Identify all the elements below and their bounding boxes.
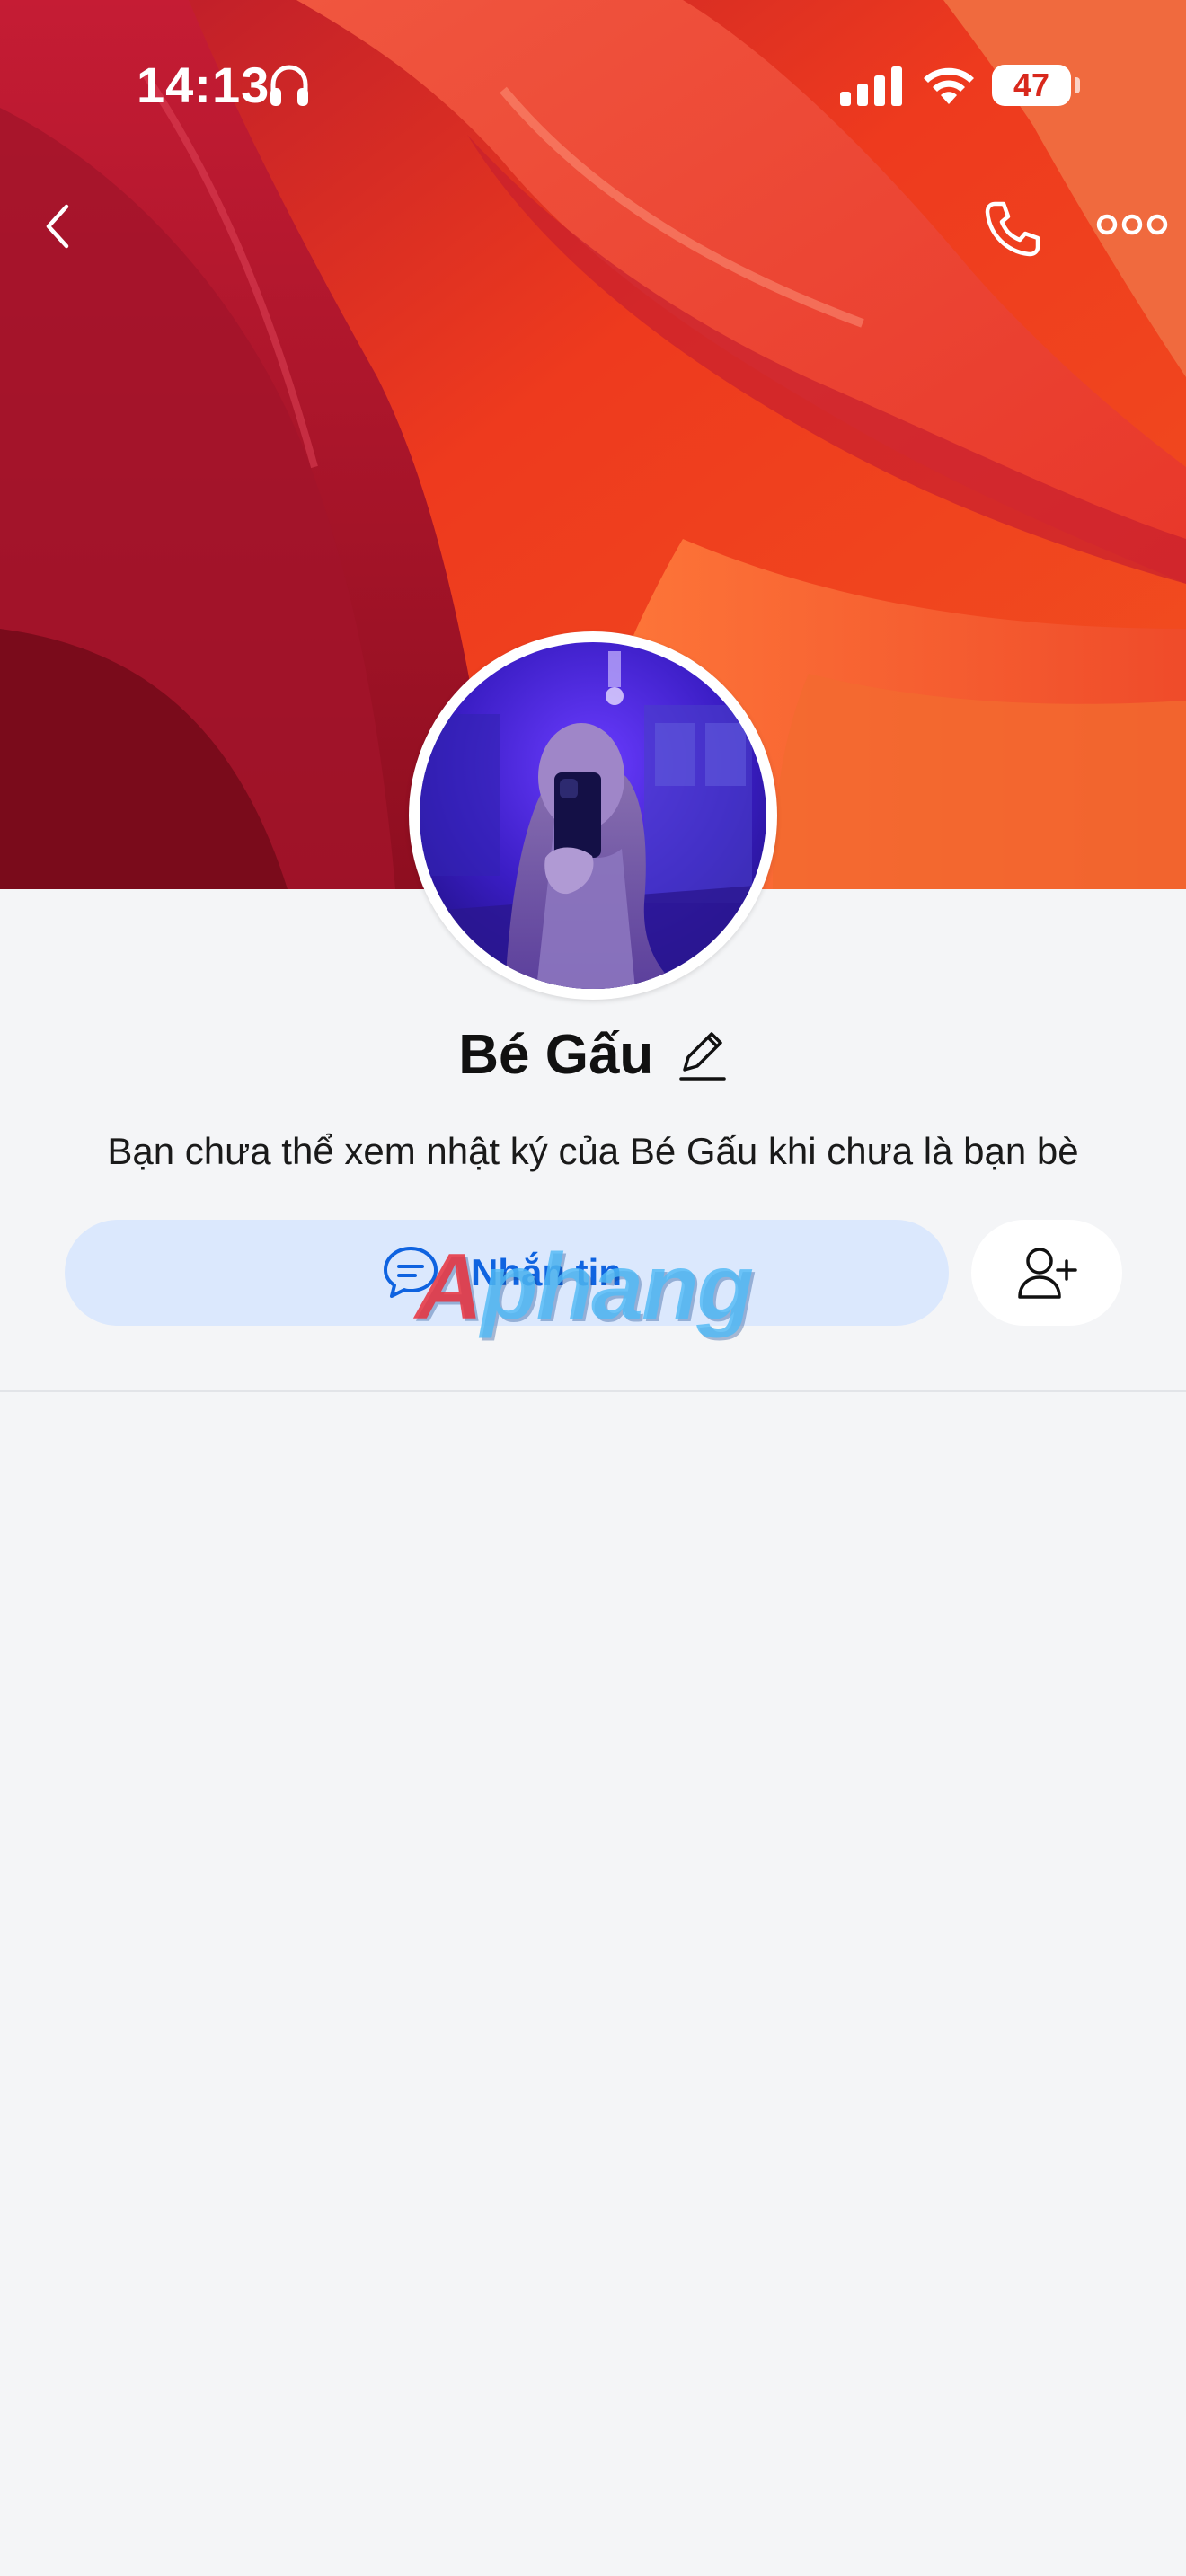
edit-name-button[interactable] <box>677 1027 728 1084</box>
cellular-signal-icon <box>840 66 902 106</box>
avatar-mirror-selfie-image <box>420 642 766 989</box>
avatar-photo <box>420 642 766 989</box>
battery-indicator: 47 <box>992 65 1071 106</box>
send-message-label: Nhắn tin <box>471 1251 622 1293</box>
profile-name-row: Bé Gấu <box>0 1015 1186 1096</box>
status-time: 14:13 <box>137 57 270 113</box>
diary-privacy-note: Bạn chưa thể xem nhật ký của Bé Gấu khi … <box>107 1130 1079 1172</box>
profile-name: Bé Gấu <box>458 1024 654 1086</box>
section-divider <box>0 1390 1186 1392</box>
chevron-left-icon <box>46 204 69 249</box>
more-options-button[interactable] <box>1092 198 1173 251</box>
add-friend-button[interactable] <box>971 1220 1122 1326</box>
wifi-icon <box>924 67 974 104</box>
status-bar: 14:13 47 <box>0 0 1186 171</box>
phone-icon <box>985 201 1040 257</box>
call-button[interactable] <box>975 193 1047 265</box>
add-user-icon <box>1018 1248 1077 1299</box>
avatar[interactable] <box>409 631 777 1000</box>
more-horizontal-icon <box>1096 214 1168 235</box>
chat-bubble-icon <box>384 1247 438 1298</box>
headphone-icon <box>270 65 308 106</box>
send-message-button[interactable]: Nhắn tin <box>65 1220 949 1326</box>
battery-tip <box>1075 77 1080 93</box>
pencil-icon <box>679 1032 726 1081</box>
back-button[interactable] <box>27 189 90 260</box>
profile-screen: 14:13 47 Bé Gấu Bạn chưa thể xem nhật ký… <box>0 0 1186 2576</box>
